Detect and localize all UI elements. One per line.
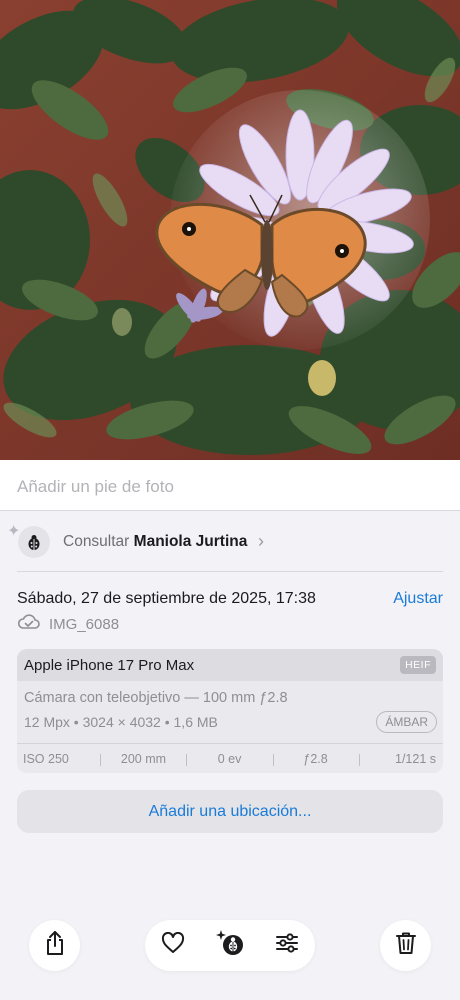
butterfly-photo — [0, 0, 460, 460]
camera-info-card: Apple iPhone 17 Pro Max HEIF Cámara con … — [17, 649, 443, 773]
lookup-label: Consultar Maniola Jurtina — [63, 533, 247, 551]
ladybug-sparkle-icon — [214, 929, 246, 962]
visual-lookup-button[interactable] — [206, 920, 254, 971]
edit-adjust-button[interactable] — [263, 920, 311, 971]
photo-view[interactable] — [0, 0, 460, 460]
lookup-prefix: Consultar — [63, 533, 130, 550]
image-specs: 12 Mpx • 3024 × 4032 • 1,6 MB — [24, 714, 218, 730]
delete-button[interactable] — [380, 920, 431, 971]
camera-model: Apple iPhone 17 Pro Max — [24, 656, 195, 674]
lookup-species: Maniola Jurtina — [133, 533, 248, 550]
filename: IMG_6088 — [49, 615, 120, 633]
adjust-date-button[interactable]: Ajustar — [393, 590, 443, 608]
camera-header: Apple iPhone 17 Pro Max HEIF — [17, 649, 443, 681]
favorite-button[interactable] — [149, 920, 197, 971]
format-badge: HEIF — [400, 656, 436, 674]
ladybug-icon — [18, 526, 50, 558]
toolbar-center-group — [145, 920, 315, 971]
exif-iso: ISO 250 — [23, 751, 69, 766]
add-location-button[interactable]: Añadir una ubicación... — [17, 790, 443, 833]
divider — [17, 571, 443, 572]
caption-field[interactable]: Añadir un pie de foto — [0, 460, 460, 511]
heart-icon — [161, 931, 185, 959]
lens-info: Cámara con teleobjetivo — 100 mm ƒ2.8 — [24, 690, 288, 706]
exif-focal-length: 200 mm — [100, 752, 186, 766]
exif-shutter-speed: 1/121 s — [358, 752, 443, 766]
exif-exposure-value: 0 ev — [186, 752, 272, 766]
share-button[interactable] — [29, 920, 80, 971]
share-icon — [44, 930, 66, 961]
trash-icon — [395, 931, 417, 960]
exif-aperture: ƒ2.8 — [272, 752, 359, 766]
filename-row: IMG_6088 — [17, 614, 119, 634]
cloud-check-icon — [17, 614, 41, 634]
photo-date: Sábado, 27 de septiembre de 2025, 17:38 — [17, 590, 316, 607]
exif-row: ISO 250 200 mm 0 ev ƒ2.8 1/121 s — [17, 743, 443, 773]
style-profile-badge: ÁMBAR — [376, 711, 437, 733]
visual-lookup-row[interactable]: ✦ Consultar Maniola Jurtina › — [0, 512, 460, 572]
sliders-icon — [275, 933, 299, 958]
chevron-right-icon: › — [258, 531, 264, 551]
